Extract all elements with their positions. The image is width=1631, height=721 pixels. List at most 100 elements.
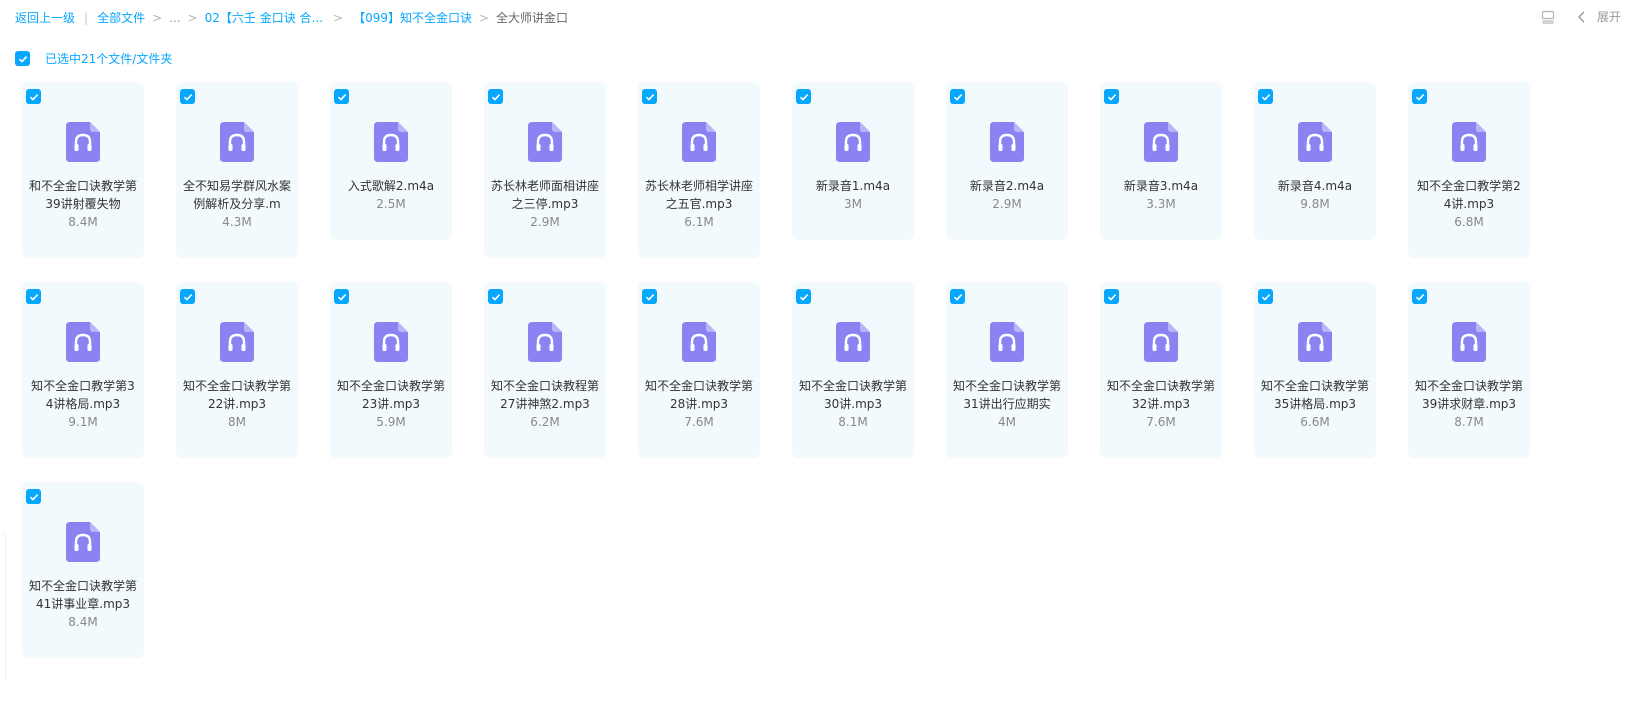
file-checkbox[interactable]: [642, 289, 657, 304]
file-card[interactable]: 新录音4.m4a 9.8M: [1254, 82, 1376, 240]
chevron-left-icon[interactable]: [1577, 11, 1587, 23]
file-card[interactable]: 知不全金口教学第34讲格局.mp3 9.1M: [22, 282, 144, 458]
audio-file-icon: [374, 322, 408, 362]
file-card[interactable]: 和不全金口诀教学第39讲射覆失物 8.4M: [22, 82, 144, 258]
back-link[interactable]: 返回上一级: [15, 9, 75, 26]
file-size: 6.8M: [1454, 215, 1484, 229]
file-checkbox[interactable]: [1258, 289, 1273, 304]
expand-button[interactable]: 展开: [1597, 8, 1621, 25]
file-checkbox[interactable]: [1258, 89, 1273, 104]
file-card[interactable]: 知不全金口教学第24讲.mp3 6.8M: [1408, 82, 1530, 258]
check-icon: [337, 93, 346, 101]
check-icon: [799, 93, 808, 101]
file-size: 3.3M: [1146, 197, 1176, 211]
file-checkbox[interactable]: [26, 289, 41, 304]
breadcrumb-ellipsis[interactable]: ...: [169, 11, 180, 25]
file-name: 知不全金口诀教学第39讲求财章.mp3: [1414, 379, 1523, 411]
file-checkbox[interactable]: [950, 89, 965, 104]
file-size: 6.6M: [1300, 415, 1330, 429]
file-checkbox[interactable]: [1104, 289, 1119, 304]
file-checkbox[interactable]: [950, 289, 965, 304]
file-checkbox[interactable]: [180, 289, 195, 304]
audio-file-icon: [66, 522, 100, 562]
audio-file-icon: [836, 122, 870, 162]
check-icon: [799, 293, 808, 301]
check-icon: [29, 293, 38, 301]
file-size: 8.7M: [1454, 415, 1484, 429]
file-size: 6.1M: [684, 215, 714, 229]
file-checkbox[interactable]: [796, 89, 811, 104]
file-card[interactable]: 新录音2.m4a 2.9M: [946, 82, 1068, 240]
check-icon: [953, 93, 962, 101]
audio-file-icon: [528, 322, 562, 362]
breadcrumb-divider: |: [84, 10, 89, 25]
file-card[interactable]: 知不全金口诀教学第32讲.mp3 7.6M: [1100, 282, 1222, 458]
file-card[interactable]: 知不全金口诀教学第41讲事业章.mp3 8.4M: [22, 482, 144, 658]
file-size: 6.2M: [530, 415, 560, 429]
file-name: 苏长林老师相学讲座之五官.mp3: [644, 179, 753, 211]
file-size: 9.8M: [1300, 197, 1330, 211]
check-icon: [645, 293, 654, 301]
file-checkbox[interactable]: [796, 289, 811, 304]
audio-file-icon: [1298, 322, 1332, 362]
file-checkbox[interactable]: [488, 289, 503, 304]
breadcrumb-folder-099[interactable]: 【099】知不全金口诀: [353, 9, 472, 26]
file-card[interactable]: 知不全金口诀教学第23讲.mp3 5.9M: [330, 282, 452, 458]
file-size: 8.1M: [838, 415, 868, 429]
file-checkbox[interactable]: [180, 89, 195, 104]
file-checkbox[interactable]: [334, 289, 349, 304]
file-name: 新录音1.m4a: [815, 179, 891, 193]
file-card[interactable]: 知不全金口诀教学第35讲格局.mp3 6.6M: [1254, 282, 1376, 458]
file-name: 知不全金口诀教学第32讲.mp3: [1106, 379, 1215, 411]
audio-file-icon: [1452, 122, 1486, 162]
file-name: 和不全金口诀教学第39讲射覆失物: [28, 179, 137, 211]
file-checkbox[interactable]: [642, 89, 657, 104]
side-panel-edge: [0, 532, 6, 682]
file-card[interactable]: 入式歌解2.m4a 2.5M: [330, 82, 452, 240]
file-card[interactable]: 知不全金口诀教学第28讲.mp3 7.6M: [638, 282, 760, 458]
file-checkbox[interactable]: [1104, 89, 1119, 104]
breadcrumb-separator-icon: >: [187, 10, 198, 25]
file-name: 知不全金口诀教学第22讲.mp3: [182, 379, 291, 411]
check-icon: [183, 93, 192, 101]
audio-file-icon: [836, 322, 870, 362]
file-checkbox[interactable]: [26, 489, 41, 504]
file-checkbox[interactable]: [488, 89, 503, 104]
select-all-checkbox[interactable]: [15, 51, 30, 66]
check-icon: [491, 293, 500, 301]
breadcrumb-separator-icon: >: [333, 10, 344, 25]
file-card[interactable]: 知不全金口诀教程第27讲神煞2.mp3 6.2M: [484, 282, 606, 458]
file-card[interactable]: 苏长林老师相学讲座之五官.mp3 6.1M: [638, 82, 760, 258]
breadcrumb-all-files[interactable]: 全部文件: [97, 9, 145, 26]
file-size: 5.9M: [376, 415, 406, 429]
file-size: 4M: [998, 415, 1016, 429]
breadcrumb-folder-liuren[interactable]: 02【六壬 金口诀 合...: [205, 9, 323, 26]
file-card[interactable]: 苏长林老师面相讲座之三停.mp3 2.9M: [484, 82, 606, 258]
file-size: 8.4M: [68, 615, 98, 629]
file-checkbox[interactable]: [1412, 289, 1427, 304]
file-size: 7.6M: [684, 415, 714, 429]
file-size: 2.9M: [992, 197, 1022, 211]
audio-file-icon: [682, 322, 716, 362]
audio-file-icon: [1144, 122, 1178, 162]
audio-file-icon: [990, 322, 1024, 362]
file-card[interactable]: 新录音1.m4a 3M: [792, 82, 914, 240]
file-checkbox[interactable]: [1412, 89, 1427, 104]
file-size: 3M: [844, 197, 862, 211]
file-checkbox[interactable]: [334, 89, 349, 104]
file-name: 新录音4.m4a: [1277, 179, 1353, 193]
file-card[interactable]: 知不全金口诀教学第39讲求财章.mp3 8.7M: [1408, 282, 1530, 458]
file-card[interactable]: 知不全金口诀教学第31讲出行应期实 4M: [946, 282, 1068, 458]
list-view-icon[interactable]: [1541, 10, 1555, 24]
file-name: 知不全金口诀教学第30讲.mp3: [798, 379, 907, 411]
file-name: 知不全金口诀教学第28讲.mp3: [644, 379, 753, 411]
file-card[interactable]: 新录音3.m4a 3.3M: [1100, 82, 1222, 240]
file-card[interactable]: 知不全金口诀教学第30讲.mp3 8.1M: [792, 282, 914, 458]
audio-file-icon: [1452, 322, 1486, 362]
file-card[interactable]: 全不知易学群风水案例解析及分享.m 4.3M: [176, 82, 298, 258]
file-checkbox[interactable]: [26, 89, 41, 104]
file-name: 知不全金口教学第34讲格局.mp3: [31, 379, 135, 411]
breadcrumb: 返回上一级 | 全部文件 > ... > 02【六壬 金口诀 合... > 【0…: [15, 9, 568, 26]
file-card[interactable]: 知不全金口诀教学第22讲.mp3 8M: [176, 282, 298, 458]
check-icon: [1415, 293, 1424, 301]
